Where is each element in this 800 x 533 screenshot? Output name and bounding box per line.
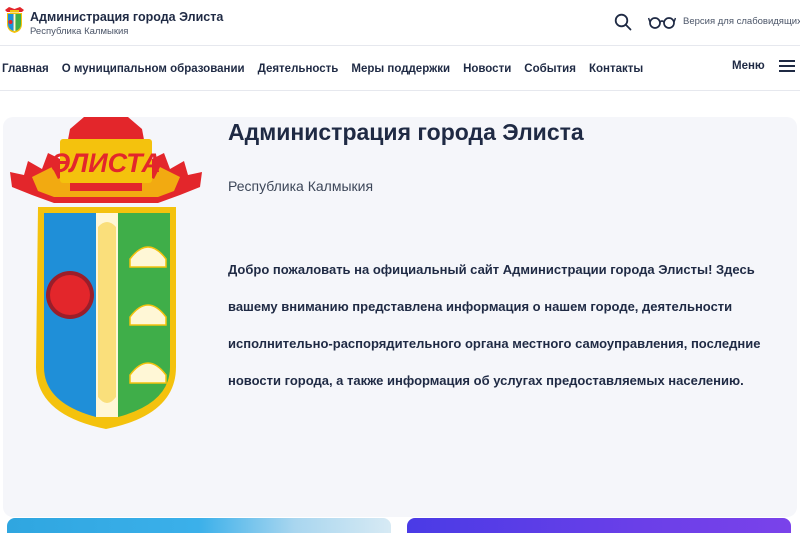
promo-card-right[interactable]: [407, 518, 791, 533]
accessibility-version-link[interactable]: Версия для слабовидящих: [683, 16, 800, 27]
coat-label: ЭЛИСТА: [51, 148, 161, 178]
nav-item-municipality[interactable]: О муниципальном образовании: [62, 63, 245, 75]
hero-welcome-text: Добро пожаловать на официальный сайт Адм…: [228, 262, 761, 388]
nav-item-support[interactable]: Меры поддержки: [351, 63, 450, 75]
main-nav: Главная О муниципальном образовании Деят…: [0, 47, 800, 91]
promo-card-left[interactable]: [7, 518, 391, 533]
nav-item-activity[interactable]: Деятельность: [258, 63, 339, 75]
menu-button[interactable]: Меню: [732, 60, 765, 72]
brand-subtitle: Республика Калмыкия: [30, 26, 129, 37]
glasses-icon[interactable]: [648, 15, 676, 29]
nav-item-news[interactable]: Новости: [463, 63, 511, 75]
site-header: Администрация города Элиста Республика К…: [0, 0, 800, 46]
coat-of-arms-image: ЭЛИСТА: [10, 117, 202, 429]
nav-item-events[interactable]: События: [524, 63, 576, 75]
search-icon[interactable]: [614, 13, 632, 31]
hero-subtitle: Республика Калмыкия: [228, 178, 374, 194]
hero-title: Администрация города Элиста: [228, 119, 584, 145]
nav-items: Главная О муниципальном образовании Деят…: [2, 63, 643, 75]
brand-title[interactable]: Администрация города Элиста: [30, 10, 223, 24]
coat-of-arms-icon[interactable]: [4, 7, 25, 34]
nav-item-contacts[interactable]: Контакты: [589, 63, 643, 75]
nav-item-home[interactable]: Главная: [2, 63, 49, 75]
hamburger-menu-icon[interactable]: [779, 60, 795, 72]
